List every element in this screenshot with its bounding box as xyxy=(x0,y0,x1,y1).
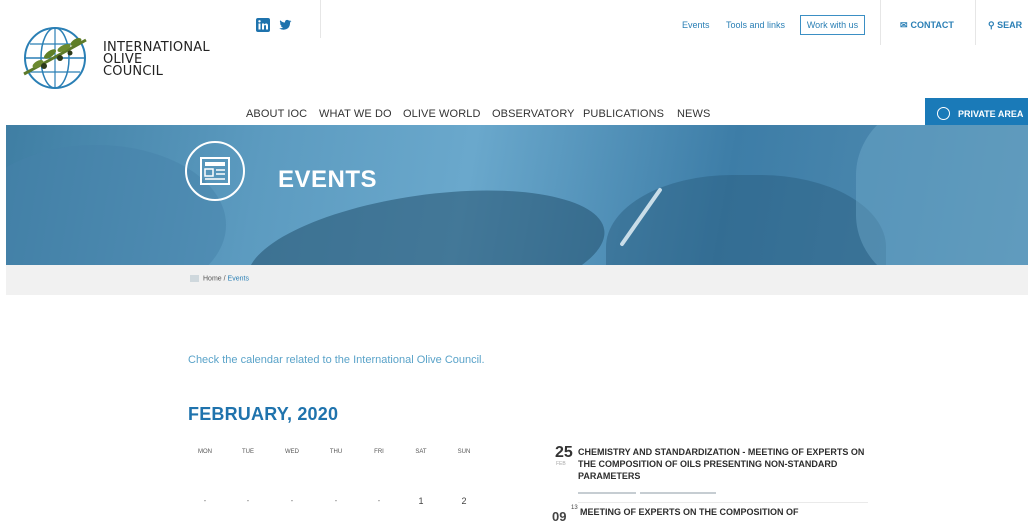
weekday-label: TUE xyxy=(242,449,254,455)
calendar-day[interactable]: 1 xyxy=(406,496,436,506)
weekday-label: WED xyxy=(285,449,299,455)
user-icon xyxy=(937,107,950,121)
nav-what-we-do[interactable]: WHAT WE DO xyxy=(319,108,392,120)
contact-link[interactable]: ✉ CONTACT xyxy=(900,20,954,31)
calendar-day: - xyxy=(246,496,250,505)
logo-line-3: COUNCIL xyxy=(103,64,164,79)
nav-olive-world[interactable]: OLIVE WORLD xyxy=(403,108,481,120)
mail-icon: ✉ xyxy=(900,20,908,30)
calendar-day[interactable]: 2 xyxy=(449,496,479,506)
ioc-logo-icon[interactable] xyxy=(20,22,90,94)
contact-label: CONTACT xyxy=(910,20,954,30)
hero-banner xyxy=(6,125,1028,265)
breadcrumb: Home / Events xyxy=(190,275,249,282)
private-area-label: PRIVATE AREA xyxy=(958,109,1024,119)
linkedin-icon[interactable] xyxy=(256,18,270,32)
breadcrumb-separator: / xyxy=(223,275,226,283)
hero-background-shape xyxy=(606,175,886,265)
nav-publications[interactable]: PUBLICATIONS xyxy=(583,108,664,120)
nav-about-ioc[interactable]: ABOUT IOC xyxy=(246,108,307,120)
calendar-day: - xyxy=(334,496,338,505)
work-with-us-button[interactable]: Work with us xyxy=(800,15,865,35)
home-icon[interactable] xyxy=(190,275,199,282)
tools-and-links-link[interactable]: Tools and links xyxy=(726,20,785,30)
weekday-label: FRI xyxy=(374,449,384,455)
site-header: INTERNATIONAL OLIVE COUNCIL Events Tools… xyxy=(0,0,1028,130)
events-link[interactable]: Events xyxy=(682,20,710,30)
event-title-link[interactable]: CHEMISTRY AND STANDARDIZATION - MEETING … xyxy=(578,446,868,482)
weekday-label: SUN xyxy=(457,449,471,455)
calendar-day: - xyxy=(203,496,207,505)
search-button[interactable]: ⚲ SEAR xyxy=(988,20,1022,31)
calendar-month-title: FEBRUARY, 2020 xyxy=(188,404,339,424)
header-divider xyxy=(975,0,976,45)
twitter-icon[interactable] xyxy=(278,18,292,32)
nav-news[interactable]: NEWS xyxy=(677,108,710,120)
logo-wordmark[interactable]: INTERNATIONAL OLIVE COUNCIL xyxy=(103,41,210,79)
weekday-label: THU xyxy=(329,449,343,455)
hero-background-shape xyxy=(856,125,1028,265)
event-date-day: 09 xyxy=(552,509,567,524)
event-title-link[interactable]: MEETING OF EXPERTS ON THE COMPOSITION OF xyxy=(580,507,870,517)
breadcrumb-bar xyxy=(6,265,1028,295)
event-meta xyxy=(578,491,718,496)
calendar-day: - xyxy=(290,496,294,505)
event-date-day: 25 xyxy=(555,444,573,461)
search-label: SEAR xyxy=(997,20,1023,30)
event-divider xyxy=(578,502,868,503)
header-divider xyxy=(320,0,321,38)
breadcrumb-current: Events xyxy=(227,275,249,283)
weekday-label: SAT xyxy=(415,449,427,455)
intro-text: Check the calendar related to the Intern… xyxy=(188,354,485,366)
search-icon: ⚲ xyxy=(988,20,995,30)
event-date-superscript: 13 xyxy=(571,505,578,511)
header-divider xyxy=(880,0,881,45)
calendar-day: - xyxy=(377,496,381,505)
nav-observatory[interactable]: OBSERVATORY xyxy=(492,108,575,120)
newspaper-icon xyxy=(185,141,245,201)
page-title: EVENTS xyxy=(278,166,378,193)
event-date-month: FEB xyxy=(556,461,566,467)
breadcrumb-home[interactable]: Home xyxy=(203,275,222,282)
weekday-label: MON xyxy=(198,449,212,455)
